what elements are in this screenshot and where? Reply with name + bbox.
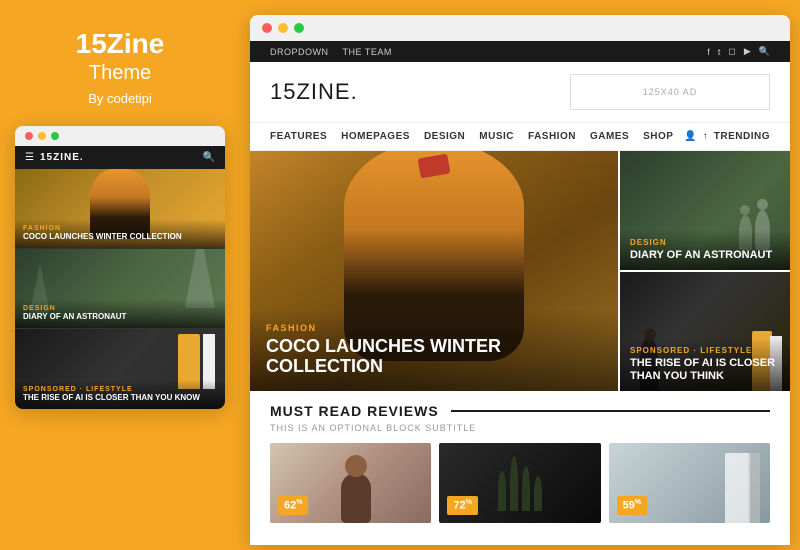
top-nav-dropdown[interactable]: DROPDOWN xyxy=(270,47,329,57)
hero-sub-lifestyle[interactable]: SPONSORED · LIFESTYLE THE RISE OF AI IS … xyxy=(620,272,790,391)
hero-grid: FASHION COCO LAUNCHES WINTER COLLECTION … xyxy=(250,151,790,391)
dot-green xyxy=(51,132,59,140)
hero-sub-lifestyle-title: THE RISE OF AI IS CLOSER THAN YOU THINK xyxy=(630,357,780,383)
review-person-head xyxy=(345,455,367,477)
review-badge-2: 72% xyxy=(447,496,477,515)
nav-fashion[interactable]: FASHION xyxy=(528,131,576,142)
nav-games[interactable]: GAMES xyxy=(590,131,629,142)
youtube-icon[interactable]: ▶ xyxy=(744,46,751,57)
hero-sub-lifestyle-category: SPONSORED · LIFESTYLE xyxy=(630,346,780,355)
mini-nav-left: ☰ 15ZINE. xyxy=(25,152,84,163)
top-nav-icons: f t ◻ ▶ 🔍 xyxy=(707,46,770,57)
mini-card-fashion-title: COCO LAUNCHES WINTER COLLECTION xyxy=(23,232,217,242)
review-badge-1: 62% xyxy=(278,496,308,515)
nav-design[interactable]: DESIGN xyxy=(424,131,465,142)
review-person xyxy=(331,453,381,523)
mini-card-design-overlay: DESIGN DIARY OF AN ASTRONAUT xyxy=(15,299,225,328)
section-header: MUST READ REVIEWS xyxy=(270,403,770,419)
mini-browser-mockup: ☰ 15ZINE. 🔍 FASHION COCO LAUNCHES WINTER… xyxy=(15,126,225,409)
brand-author: By codetipi xyxy=(88,91,152,106)
hero-main-article[interactable]: FASHION COCO LAUNCHES WINTER COLLECTION xyxy=(250,151,618,391)
mini-card-lifestyle-category: SPONSORED · LIFESTYLE xyxy=(23,386,217,393)
mini-card-lifestyle[interactable]: SPONSORED · LIFESTYLE THE RISE OF AI IS … xyxy=(15,329,225,409)
mini-browser-bar xyxy=(15,126,225,146)
main-nav: FEATURES HOMEPAGES DESIGN MUSIC FASHION … xyxy=(250,123,790,151)
hero-main-category: FASHION xyxy=(266,323,602,333)
hero-main-overlay: FASHION COCO LAUNCHES WINTER COLLECTION xyxy=(250,309,618,391)
hero-right-cards: DESIGN DIARY OF AN ASTRONAUT SPONSORED ·… xyxy=(620,151,790,391)
hero-sub-design-title: DIARY OF AN ASTRONAUT xyxy=(630,249,780,262)
mini-card-lifestyle-overlay: SPONSORED · LIFESTYLE THE RISE OF AI IS … xyxy=(15,380,225,409)
review-card-1[interactable]: 62% xyxy=(270,443,431,523)
main-header: 15ZINE. 125x40 AD xyxy=(250,62,790,123)
mini-logo: 15ZINE. xyxy=(40,152,84,163)
top-nav-team[interactable]: THE TEAM xyxy=(343,47,392,57)
plant-leaf-3 xyxy=(522,466,530,511)
nav-features[interactable]: FEATURES xyxy=(270,131,327,142)
main-dot-red xyxy=(262,23,272,33)
top-nav: DROPDOWN THE TEAM f t ◻ ▶ 🔍 xyxy=(250,41,790,62)
plant-leaf-2 xyxy=(510,456,518,511)
mini-card-fashion-overlay: FASHION COCO LAUNCHES WINTER COLLECTION xyxy=(15,219,225,248)
main-dot-yellow xyxy=(278,23,288,33)
review-card-3[interactable]: 59% xyxy=(609,443,770,523)
main-browser: DROPDOWN THE TEAM f t ◻ ▶ 🔍 15ZINE. 125x… xyxy=(250,15,790,545)
mini-card-fashion-category: FASHION xyxy=(23,225,217,232)
main-browser-bar xyxy=(250,15,790,41)
main-nav-links: FEATURES HOMEPAGES DESIGN MUSIC FASHION … xyxy=(270,131,673,142)
instagram-icon[interactable]: ◻ xyxy=(728,46,735,57)
plant-leaf-1 xyxy=(498,471,506,511)
hero-sub-lifestyle-overlay: SPONSORED · LIFESTYLE THE RISE OF AI IS … xyxy=(620,338,790,391)
hero-main-title: COCO LAUNCHES WINTER COLLECTION xyxy=(266,337,602,377)
trending-icon: ↑ xyxy=(703,131,708,142)
hamburger-icon: ☰ xyxy=(25,152,34,163)
left-panel: 15Zine Theme By codetipi ☰ 15ZINE. 🔍 FAS… xyxy=(0,0,240,550)
mini-card-fashion[interactable]: FASHION COCO LAUNCHES WINTER COLLECTION xyxy=(15,169,225,249)
nav-shop[interactable]: SHOP xyxy=(643,131,673,142)
facebook-icon[interactable]: f xyxy=(707,47,710,57)
main-logo: 15ZINE. xyxy=(270,79,358,105)
section-subtitle: THIS IS AN OPTIONAL BLOCK SUBTITLE xyxy=(270,423,770,433)
top-nav-links: DROPDOWN THE TEAM xyxy=(270,47,392,57)
mini-card-design-title: DIARY OF AN ASTRONAUT xyxy=(23,312,217,322)
twitter-icon[interactable]: t xyxy=(718,47,721,57)
mini-search-icon: 🔍 xyxy=(203,152,215,163)
mini-card-design-category: DESIGN xyxy=(23,305,217,312)
brand-title: 15Zine xyxy=(76,30,165,58)
main-nav-right: 👤 ↑ TRENDING xyxy=(684,131,770,142)
plant-leaf-4 xyxy=(534,476,542,511)
hero-sub-design-overlay: DESIGN DIARY OF AN ASTRONAUT xyxy=(620,230,790,270)
search-icon[interactable]: 🔍 xyxy=(759,46,770,57)
trending-label[interactable]: TRENDING xyxy=(714,131,770,142)
dot-red xyxy=(25,132,33,140)
mini-card-design[interactable]: DESIGN DIARY OF AN ASTRONAUT xyxy=(15,249,225,329)
nav-homepages[interactable]: HOMEPAGES xyxy=(341,131,410,142)
mini-nav: ☰ 15ZINE. 🔍 xyxy=(15,146,225,169)
hero-sub-design-category: DESIGN xyxy=(630,238,780,247)
review-card-2[interactable]: 72% xyxy=(439,443,600,523)
nav-music[interactable]: MUSIC xyxy=(479,131,514,142)
section-line xyxy=(451,410,770,412)
person-icon: 👤 xyxy=(684,131,696,142)
must-read-section: MUST READ REVIEWS THIS IS AN OPTIONAL BL… xyxy=(250,391,790,531)
header-ad-text: 125x40 AD xyxy=(643,87,698,97)
plant-shape xyxy=(498,456,542,511)
section-title: MUST READ REVIEWS xyxy=(270,403,439,419)
brand-subtitle: Theme xyxy=(89,62,151,85)
header-ad: 125x40 AD xyxy=(570,74,770,110)
main-dot-green xyxy=(294,23,304,33)
mini-card-lifestyle-title: THE RISE OF AI IS CLOSER THAN YOU KNOW xyxy=(23,393,217,403)
review-person-body xyxy=(341,473,371,523)
dot-yellow xyxy=(38,132,46,140)
review-cards: 62% 72% xyxy=(270,443,770,523)
hero-sub-design[interactable]: DESIGN DIARY OF AN ASTRONAUT xyxy=(620,151,790,270)
review-badge-3: 59% xyxy=(617,496,647,515)
